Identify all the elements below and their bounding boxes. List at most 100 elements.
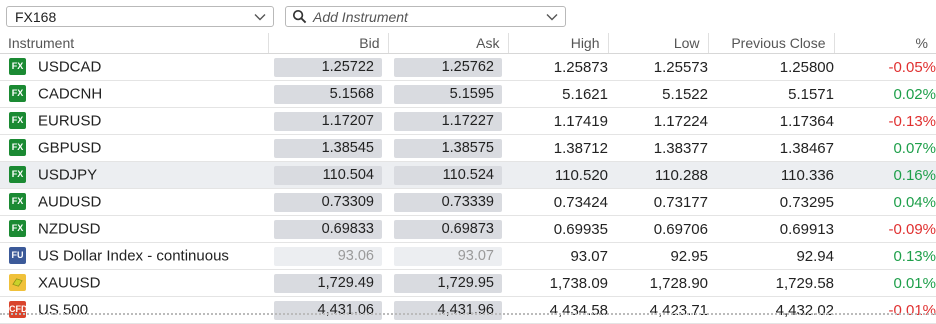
previous-close-value: 4,432.02 — [708, 296, 834, 324]
ask-price[interactable]: 1,729.95 — [394, 273, 502, 293]
previous-close-value: 0.73295 — [708, 188, 834, 216]
ask-cell[interactable]: 0.73339 — [388, 188, 508, 216]
table-row[interactable]: FX USDJPY 110.504 110.524 110.520 110.288 110.… — [0, 161, 936, 189]
bid-price[interactable]: 1.17207 — [274, 111, 382, 131]
column-header-low[interactable]: Low — [608, 33, 709, 54]
instrument-cell[interactable]: FX CADCNH — [0, 80, 268, 108]
instrument-cell[interactable]: FX AUDUSD — [0, 188, 268, 216]
instrument-cell[interactable]: XAUUSD — [0, 269, 268, 297]
ask-price[interactable]: 93.07 — [394, 246, 502, 266]
table-row[interactable]: CFD US 500 4,431.06 4,431.96 4,434.58 4,423.7… — [0, 296, 936, 324]
high-value: 1.38712 — [508, 134, 608, 162]
bid-price[interactable]: 1.25722 — [274, 57, 382, 77]
fx-badge-icon: FX — [9, 84, 26, 102]
table-row[interactable]: FX USDCAD 1.25722 1.25762 1.25873 1.25573 1.25… — [0, 53, 936, 81]
high-value: 93.07 — [508, 242, 608, 270]
instrument-cell[interactable]: FX GBPUSD — [0, 134, 268, 162]
table-row[interactable]: XAUUSD 1,729.49 1,729.95 1,738.09 1,728.90 1,… — [0, 269, 936, 297]
percent-change: 0.02% — [834, 80, 936, 108]
low-value: 4,423.71 — [608, 296, 708, 324]
table-row[interactable]: FX AUDUSD 0.73309 0.73339 0.73424 0.73177 0.73… — [0, 188, 936, 216]
fx-badge-icon: FX — [9, 138, 26, 156]
ask-cell[interactable]: 110.524 — [388, 161, 508, 189]
percent-change: -0.09% — [834, 215, 936, 243]
column-header-high[interactable]: High — [508, 33, 609, 54]
quotes-table: Instrument Bid Ask High Low Previous Clo… — [0, 33, 936, 324]
bid-price[interactable]: 110.504 — [274, 165, 382, 185]
instrument-cell[interactable]: FX USDCAD — [0, 53, 268, 81]
percent-change: 0.16% — [834, 161, 936, 189]
fu-badge-icon: FU — [9, 246, 26, 264]
bid-cell[interactable]: 1.25722 — [268, 53, 388, 81]
bid-cell[interactable]: 4,431.06 — [268, 296, 388, 324]
previous-close-value: 1.17364 — [708, 107, 834, 135]
ask-price[interactable]: 1.25762 — [394, 57, 502, 77]
high-value: 110.520 — [508, 161, 608, 189]
high-value: 4,434.58 — [508, 296, 608, 324]
instrument-cell[interactable]: FU US Dollar Index - continuous — [0, 242, 268, 270]
column-header-instrument[interactable]: Instrument — [0, 33, 269, 54]
ask-cell[interactable]: 1,729.95 — [388, 269, 508, 297]
column-header-percent[interactable]: % — [834, 33, 936, 54]
previous-close-value: 0.69913 — [708, 215, 834, 243]
instrument-cell[interactable]: CFD US 500 — [0, 296, 268, 324]
watchlist-select[interactable]: FX168 — [6, 6, 274, 27]
bid-cell[interactable]: 0.69833 — [268, 215, 388, 243]
high-value: 0.73424 — [508, 188, 608, 216]
low-value: 92.95 — [608, 242, 708, 270]
column-header-bid[interactable]: Bid — [268, 33, 389, 54]
previous-close-value: 1.25800 — [708, 53, 834, 81]
chevron-down-icon — [254, 14, 266, 21]
bid-cell[interactable]: 0.73309 — [268, 188, 388, 216]
ask-cell[interactable]: 4,431.96 — [388, 296, 508, 324]
table-row[interactable]: FX GBPUSD 1.38545 1.38575 1.38712 1.38377 1.38… — [0, 134, 936, 162]
add-instrument-select[interactable]: Add Instrument — [285, 6, 566, 27]
bid-price[interactable]: 0.69833 — [274, 219, 382, 239]
ask-cell[interactable]: 1.17227 — [388, 107, 508, 135]
bid-price[interactable]: 93.06 — [274, 246, 382, 266]
high-value: 1,738.09 — [508, 269, 608, 297]
bid-cell[interactable]: 93.06 — [268, 242, 388, 270]
ask-price[interactable]: 0.73339 — [394, 192, 502, 212]
ask-price[interactable]: 5.1595 — [394, 84, 502, 104]
table-row[interactable]: FX NZDUSD 0.69833 0.69873 0.69935 0.69706 0.69… — [0, 215, 936, 243]
bid-price[interactable]: 1,729.49 — [274, 273, 382, 293]
instrument-cell[interactable]: FX EURUSD — [0, 107, 268, 135]
ask-cell[interactable]: 1.38575 — [388, 134, 508, 162]
low-value: 1,728.90 — [608, 269, 708, 297]
bid-cell[interactable]: 110.504 — [268, 161, 388, 189]
ask-price[interactable]: 1.17227 — [394, 111, 502, 131]
ask-price[interactable]: 0.69873 — [394, 219, 502, 239]
previous-close-value: 92.94 — [708, 242, 834, 270]
table-row[interactable]: FU US Dollar Index - continuous 93.06 93.07… — [0, 242, 936, 270]
bid-price[interactable]: 5.1568 — [274, 84, 382, 104]
low-value: 1.38377 — [608, 134, 708, 162]
bid-cell[interactable]: 1,729.49 — [268, 269, 388, 297]
column-header-ask[interactable]: Ask — [388, 33, 509, 54]
instrument-cell[interactable]: FX NZDUSD — [0, 215, 268, 243]
table-row[interactable]: FX CADCNH 5.1568 5.1595 5.1621 5.1522 5.1571 0.… — [0, 80, 936, 108]
add-instrument-placeholder: Add Instrument — [313, 9, 408, 25]
ask-cell[interactable]: 5.1595 — [388, 80, 508, 108]
low-value: 0.69706 — [608, 215, 708, 243]
percent-change: -0.05% — [834, 53, 936, 81]
instrument-cell[interactable]: FX USDJPY — [0, 161, 268, 189]
bid-cell[interactable]: 5.1568 — [268, 80, 388, 108]
bid-cell[interactable]: 1.17207 — [268, 107, 388, 135]
ask-price[interactable]: 110.524 — [394, 165, 502, 185]
toolbar: FX168 Add Instrument — [0, 0, 936, 32]
ask-price[interactable]: 1.38575 — [394, 138, 502, 158]
table-row[interactable]: FX EURUSD 1.17207 1.17227 1.17419 1.17224 1.17… — [0, 107, 936, 135]
bid-price[interactable]: 4,431.06 — [274, 300, 382, 320]
ask-cell[interactable]: 0.69873 — [388, 215, 508, 243]
percent-change: 0.01% — [834, 269, 936, 297]
bid-cell[interactable]: 1.38545 — [268, 134, 388, 162]
column-header-previous-close[interactable]: Previous Close — [708, 33, 835, 54]
ask-cell[interactable]: 1.25762 — [388, 53, 508, 81]
bid-price[interactable]: 0.73309 — [274, 192, 382, 212]
ask-cell[interactable]: 93.07 — [388, 242, 508, 270]
bid-price[interactable]: 1.38545 — [274, 138, 382, 158]
percent-change: 0.07% — [834, 134, 936, 162]
ask-price[interactable]: 4,431.96 — [394, 300, 502, 320]
previous-close-value: 1.38467 — [708, 134, 834, 162]
